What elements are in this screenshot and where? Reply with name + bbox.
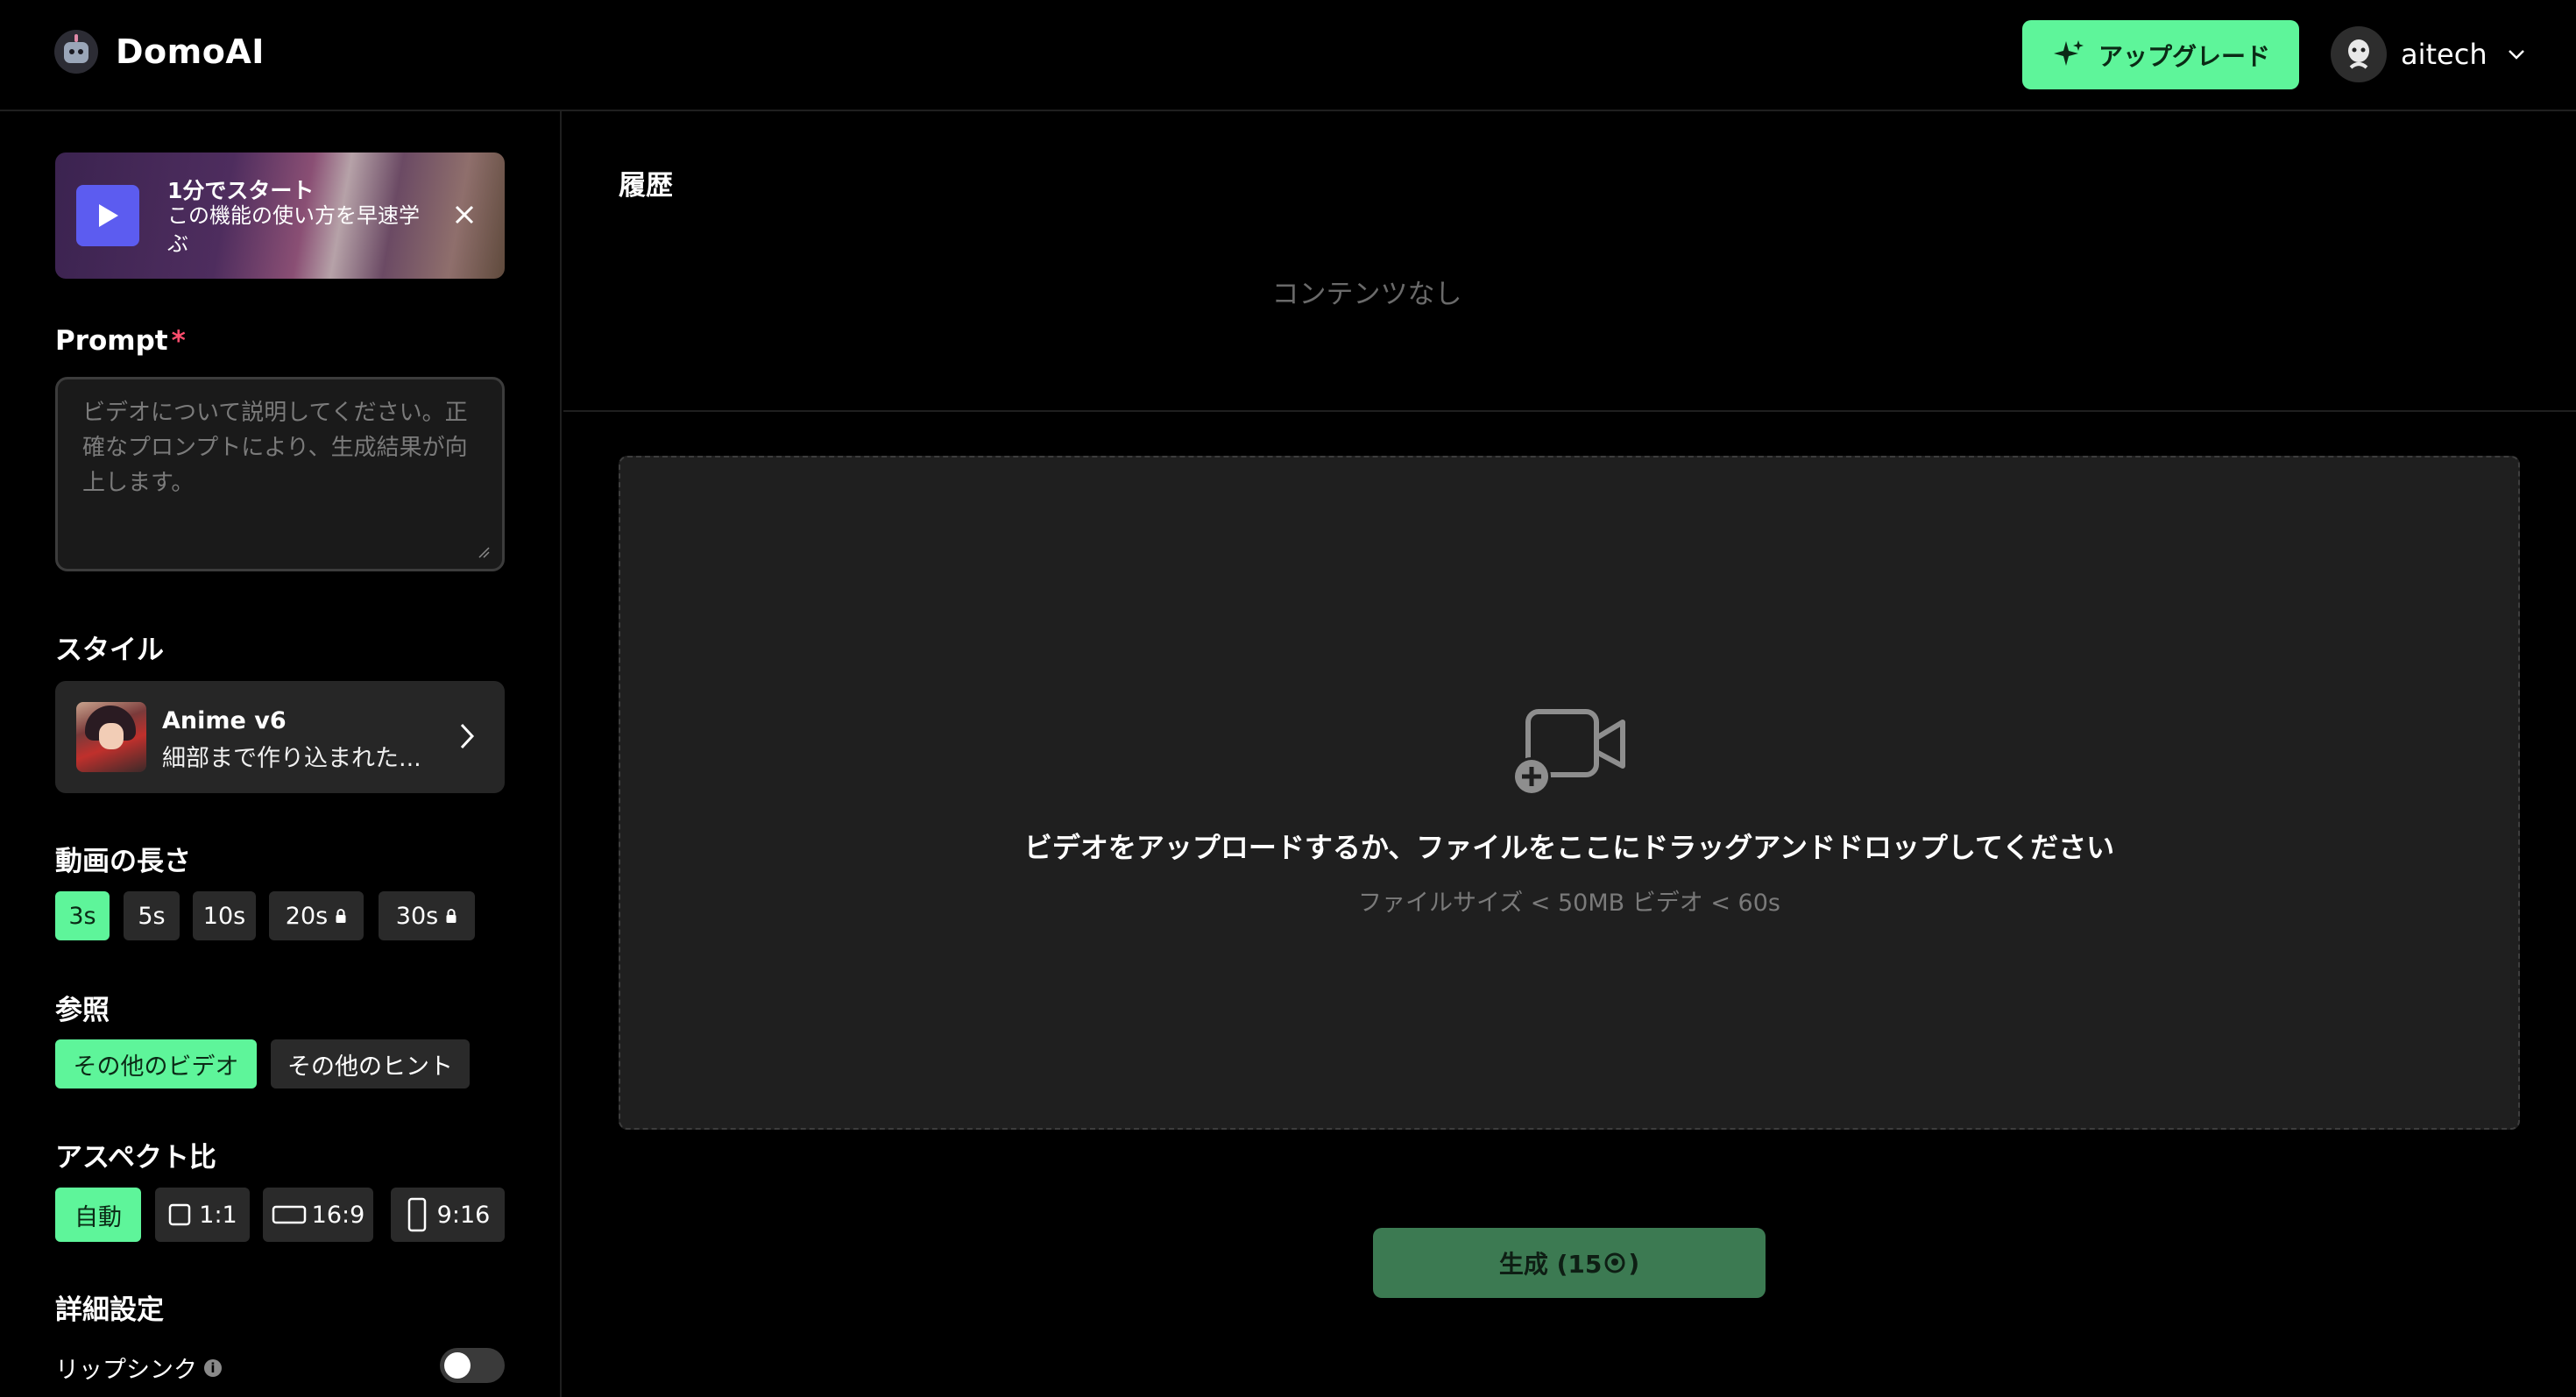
- user-menu[interactable]: aitech: [2331, 25, 2526, 84]
- aspect-option-9-16[interactable]: 9:16: [391, 1188, 505, 1242]
- section-divider: [563, 410, 2576, 412]
- lock-icon: [446, 909, 456, 923]
- settings-sidebar: 1分でスタート この機能の使い方を早速学ぶ Prompt* スタイル Anime…: [0, 111, 562, 1397]
- duration-option-30s[interactable]: 30s: [379, 891, 475, 940]
- reference-option-other-hint[interactable]: その他のヒント: [271, 1039, 470, 1089]
- required-mark: *: [171, 325, 186, 357]
- credit-icon: [1604, 1252, 1625, 1273]
- aspect-option-1-1-label: 1:1: [199, 1201, 237, 1229]
- dropzone-limits: ファイルサイズ < 50MB ビデオ < 60s: [1358, 890, 1780, 917]
- duration-option-20s[interactable]: 20s: [269, 891, 364, 940]
- lip-sync-label: リップシンク: [55, 1357, 197, 1384]
- brand-logo[interactable]: DomoAI: [54, 30, 265, 74]
- generate-suffix: ): [1628, 1248, 1640, 1278]
- info-icon[interactable]: i: [204, 1358, 222, 1377]
- empty-state-text: コンテンツなし: [1271, 279, 1462, 310]
- aspect-ratio-label: アスペクト比: [55, 1142, 216, 1174]
- style-name: Anime v6: [162, 707, 287, 734]
- portrait-ratio-icon: [407, 1197, 426, 1232]
- advanced-settings-label: 詳細設定: [55, 1294, 164, 1326]
- upgrade-label: アップグレード: [2098, 41, 2270, 71]
- video-upload-icon: [1512, 709, 1625, 796]
- aspect-option-auto[interactable]: 自動: [55, 1188, 141, 1242]
- prompt-input[interactable]: [58, 379, 502, 569]
- duration-label: 動画の長さ: [55, 846, 191, 877]
- aspect-option-9-16-label: 9:16: [436, 1201, 491, 1229]
- user-avatar-icon: [2348, 39, 2369, 69]
- banner-description: この機能の使い方を早速学ぶ: [167, 203, 420, 256]
- chevron-down-icon: [2508, 50, 2524, 60]
- upgrade-button[interactable]: アップグレード: [2022, 20, 2299, 89]
- user-name: aitech: [2401, 38, 2488, 71]
- robot-logo-icon: [54, 30, 98, 74]
- duration-option-20s-label: 20s: [285, 902, 329, 930]
- duration-option-3s[interactable]: 3s: [55, 891, 110, 940]
- tutorial-banner[interactable]: 1分でスタート この機能の使い方を早速学ぶ: [55, 152, 505, 279]
- play-icon: [99, 204, 118, 227]
- style-label: スタイル: [55, 635, 164, 666]
- prompt-field[interactable]: [55, 377, 505, 571]
- lip-sync-toggle[interactable]: [440, 1348, 505, 1383]
- close-icon[interactable]: [451, 202, 478, 228]
- duration-option-10s[interactable]: 10s: [193, 891, 256, 940]
- prompt-label: Prompt *: [55, 325, 186, 357]
- style-description: 細部まで作り込まれた...: [162, 745, 421, 772]
- top-bar: DomoAI アップグレード aitech: [0, 0, 2576, 111]
- resize-grip-icon[interactable]: [478, 546, 490, 558]
- aspect-option-1-1[interactable]: 1:1: [155, 1188, 250, 1242]
- reference-label: 参照: [55, 995, 110, 1026]
- lock-icon: [336, 909, 346, 923]
- history-title: 履歴: [619, 170, 673, 202]
- style-thumbnail: [76, 702, 146, 772]
- square-ratio-icon: [169, 1203, 191, 1226]
- dropzone-instruction: ビデオをアップロードするか、ファイルをここにドラッグアンドドロップしてください: [1023, 831, 2115, 864]
- aspect-option-16-9-label: 16:9: [311, 1201, 365, 1229]
- lip-sync-row: リップシンク i: [55, 1351, 222, 1385]
- duration-option-5s[interactable]: 5s: [124, 891, 180, 940]
- reference-option-other-video[interactable]: その他のビデオ: [55, 1039, 257, 1089]
- aspect-option-16-9[interactable]: 16:9: [263, 1188, 373, 1242]
- brand-name: DomoAI: [116, 32, 265, 71]
- toggle-knob: [444, 1352, 471, 1379]
- landscape-ratio-icon: [272, 1205, 306, 1224]
- video-upload-dropzone[interactable]: ビデオをアップロードするか、ファイルをここにドラッグアンドドロップしてください …: [619, 456, 2520, 1130]
- banner-title: 1分でスタート: [167, 178, 315, 203]
- style-selector[interactable]: Anime v6 細部まで作り込まれた...: [55, 681, 505, 793]
- generate-label: 生成 (15: [1498, 1250, 1603, 1279]
- play-button[interactable]: [76, 185, 139, 246]
- prompt-label-text: Prompt: [55, 325, 168, 357]
- chevron-right-icon: [460, 723, 475, 749]
- sparkle-icon: [2053, 39, 2084, 66]
- duration-option-30s-label: 30s: [395, 902, 439, 930]
- generate-button[interactable]: 生成 (15 ): [1373, 1228, 1766, 1298]
- avatar: [2331, 26, 2387, 82]
